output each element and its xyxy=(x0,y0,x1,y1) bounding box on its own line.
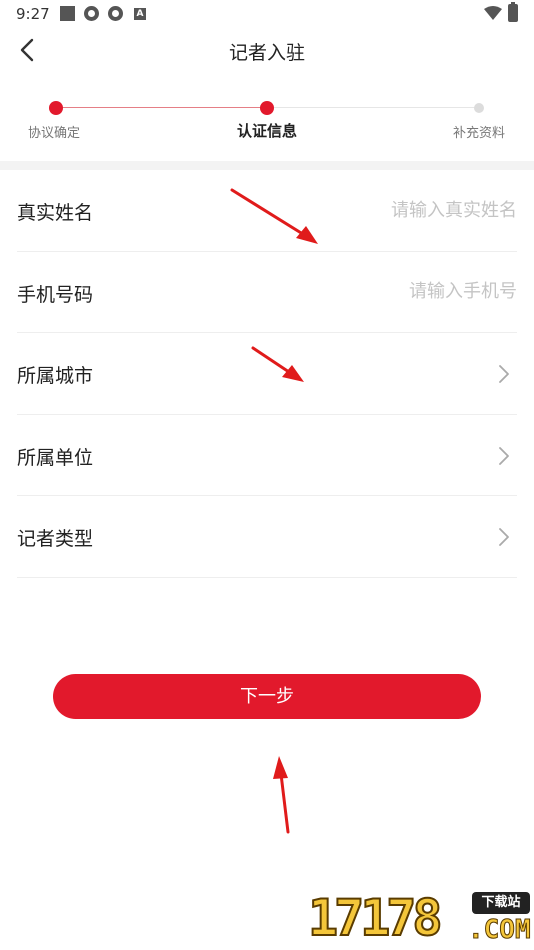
form-row-organization[interactable]: 所属单位 xyxy=(17,415,517,497)
reporter-type-label: 记者类型 xyxy=(17,528,94,551)
watermark-digits: 17178 xyxy=(307,888,443,948)
annotation-arrow-2 xyxy=(251,346,304,382)
section-divider xyxy=(0,161,534,170)
notification-square-icon xyxy=(60,6,75,21)
step-dot-2 xyxy=(260,101,274,115)
battery-icon xyxy=(508,2,518,22)
real-name-label: 真实姓名 xyxy=(17,202,94,224)
notification-ring-icon-2 xyxy=(108,6,123,21)
notification-ring-icon xyxy=(84,6,99,21)
watermark-logo: 17178 下载站 .COM xyxy=(307,888,532,948)
page-title: 记者入驻 xyxy=(228,42,305,64)
stepper-line-completed xyxy=(56,107,267,108)
phone-input[interactable] xyxy=(257,273,517,310)
city-label: 所属城市 xyxy=(17,365,94,388)
chevron-right-icon xyxy=(499,365,509,384)
nav-bar: 记者入驻 xyxy=(0,28,534,72)
form-row-phone: 手机号码 xyxy=(17,252,517,334)
status-bar: 9:27 A xyxy=(0,0,534,28)
watermark-tag: 下载站 xyxy=(472,892,530,914)
watermark-suffix: .COM xyxy=(468,915,532,946)
annotation-arrow-1 xyxy=(230,188,318,244)
organization-label: 所属单位 xyxy=(17,446,94,469)
next-step-button[interactable]: 下一步 xyxy=(53,674,481,719)
chevron-right-icon xyxy=(499,446,509,465)
annotation-arrow-3 xyxy=(273,756,290,834)
step-label-3: 补充资料 xyxy=(452,126,505,141)
notification-a-icon: A xyxy=(134,8,146,20)
status-time: 9:27 xyxy=(16,5,50,23)
stepper-line-pending xyxy=(267,107,479,108)
form-row-reporter-type[interactable]: 记者类型 xyxy=(17,496,517,578)
step-dot-1 xyxy=(49,101,63,115)
step-dot-3 xyxy=(474,103,484,113)
wifi-icon xyxy=(484,6,502,20)
chevron-right-icon xyxy=(499,528,509,547)
phone-label: 手机号码 xyxy=(17,283,94,306)
progress-stepper: 协议确定 认证信息 补充资料 xyxy=(0,80,534,160)
